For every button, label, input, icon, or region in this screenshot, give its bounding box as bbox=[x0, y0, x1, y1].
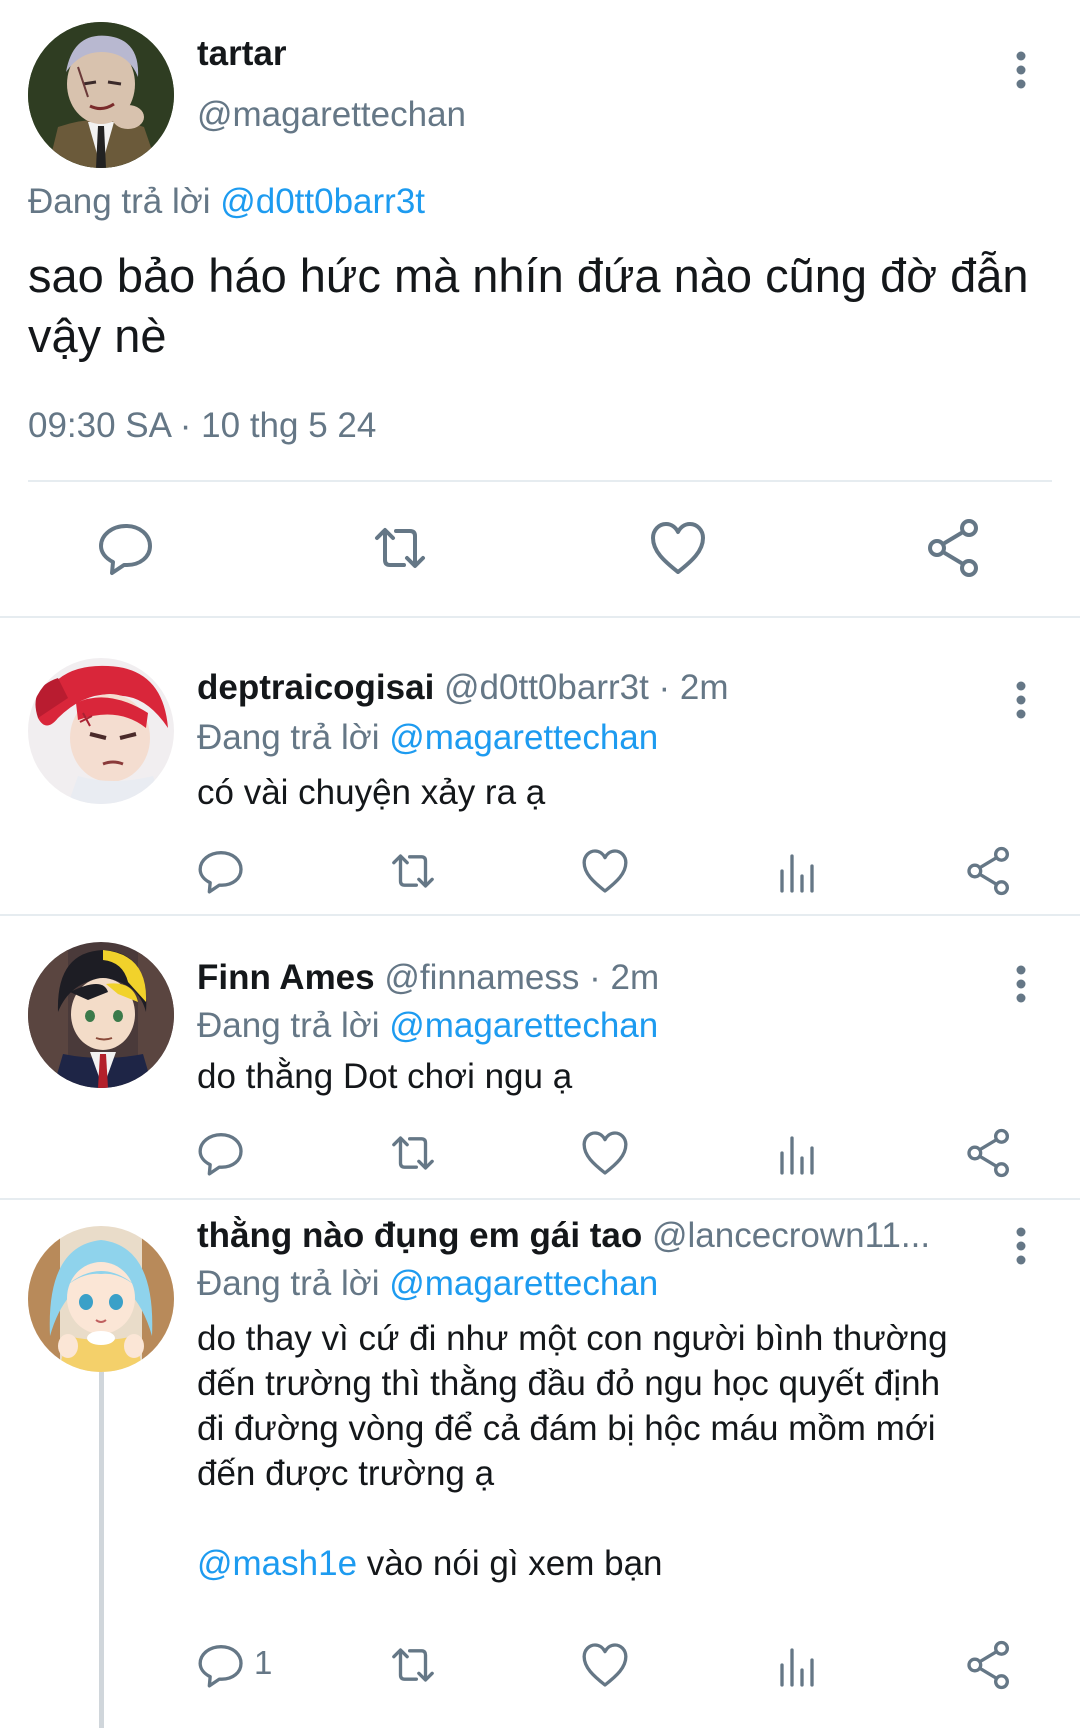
author-handle-time[interactable]: @finnamess · 2m bbox=[375, 958, 659, 997]
reply-icon[interactable] bbox=[196, 846, 246, 896]
share-icon[interactable] bbox=[964, 1640, 1014, 1690]
reply-text: do thằng Dot chơi ngu ạ bbox=[197, 1057, 573, 1096]
avatar[interactable] bbox=[28, 658, 174, 804]
more-options-icon[interactable] bbox=[1006, 960, 1036, 1010]
reply-count: 1 bbox=[254, 1644, 273, 1681]
reply-actions bbox=[0, 846, 1080, 896]
replying-mention-link[interactable]: @d0tt0barr3t bbox=[220, 182, 425, 221]
divider bbox=[28, 480, 1052, 482]
reply-text-line: đến trường thì thằng đầu đỏ ngu học quyế… bbox=[197, 1364, 941, 1403]
tweet-timestamp[interactable]: 09:30 SA · 10 thg 5 24 bbox=[28, 406, 376, 446]
main-tweet: tartar @magarettechan Đang trả lời @d0tt… bbox=[0, 0, 1080, 616]
retweet-icon[interactable] bbox=[388, 1640, 438, 1690]
retweet-icon[interactable] bbox=[370, 518, 430, 578]
share-icon[interactable] bbox=[924, 518, 984, 578]
share-icon[interactable] bbox=[964, 1128, 1014, 1178]
reply-icon[interactable] bbox=[196, 1640, 246, 1690]
avatar[interactable] bbox=[28, 22, 174, 168]
author-name[interactable]: Finn Ames bbox=[197, 958, 375, 997]
reply-tweet[interactable]: deptraicogisai @d0tt0barr3t · 2m Đang tr… bbox=[0, 618, 1080, 914]
author-name[interactable]: thằng nào đụng em gái tao bbox=[197, 1216, 642, 1255]
more-options-icon[interactable] bbox=[1006, 1222, 1036, 1272]
more-options-icon[interactable] bbox=[1006, 676, 1036, 726]
like-icon[interactable] bbox=[580, 1640, 630, 1690]
more-options-icon[interactable] bbox=[1006, 46, 1036, 96]
replying-prefix: Đang trả lời bbox=[197, 1006, 390, 1045]
replying-to: Đang trả lời @d0tt0barr3t bbox=[28, 182, 425, 222]
reply-icon[interactable] bbox=[196, 1128, 246, 1178]
avatar[interactable] bbox=[28, 942, 174, 1088]
author-handle-time[interactable]: @lancecrown11... bbox=[642, 1216, 930, 1255]
replying-prefix: Đang trả lời bbox=[28, 182, 221, 221]
reply-tweet[interactable]: Finn Ames @finnamess · 2m Đang trả lời @… bbox=[0, 916, 1080, 1198]
mention-rest: vào nói gì xem bạn bbox=[357, 1544, 663, 1583]
replying-mention-link[interactable]: @magarettechan bbox=[389, 1264, 658, 1303]
author-handle[interactable]: @magarettechan bbox=[197, 95, 466, 135]
reply-actions: 1 bbox=[0, 1640, 1080, 1690]
author-name[interactable]: tartar bbox=[197, 34, 286, 74]
replying-mention-link[interactable]: @magarettechan bbox=[389, 1006, 658, 1045]
stats-icon[interactable] bbox=[772, 846, 822, 896]
replying-prefix: Đang trả lời bbox=[197, 1264, 390, 1303]
tweet-text: sao bảo háo hức mà nhín đứa nào cũng đờ … bbox=[28, 249, 1029, 362]
reply-text: do thay vì cứ đi như một con người bình … bbox=[197, 1316, 1057, 1586]
tweet-actions bbox=[0, 518, 1080, 578]
retweet-icon[interactable] bbox=[388, 846, 438, 896]
stats-icon[interactable] bbox=[772, 1128, 822, 1178]
retweet-icon[interactable] bbox=[388, 1128, 438, 1178]
share-icon[interactable] bbox=[964, 846, 1014, 896]
reply-text-line: đi đường vòng để cả đám bị hộc máu mồm m… bbox=[197, 1409, 936, 1448]
reply-icon[interactable] bbox=[96, 518, 156, 578]
mention-link[interactable]: @mash1e bbox=[197, 1544, 357, 1583]
like-icon[interactable] bbox=[580, 1128, 630, 1178]
reply-text: có vài chuyện xảy ra ạ bbox=[197, 773, 546, 812]
reply-actions bbox=[0, 1128, 1080, 1178]
reply-text-line: @mash1e vào nói gì xem bạn bbox=[197, 1541, 1057, 1586]
replying-to: Đang trả lời @magarettechan bbox=[197, 718, 658, 758]
replying-to: Đang trả lời @magarettechan bbox=[197, 1006, 658, 1046]
stats-icon[interactable] bbox=[772, 1640, 822, 1690]
replying-prefix: Đang trả lời bbox=[197, 718, 390, 757]
reply-tweet[interactable]: thằng nào đụng em gái tao @lancecrown11.… bbox=[0, 1200, 1080, 1728]
replying-mention-link[interactable]: @magarettechan bbox=[389, 718, 658, 757]
avatar[interactable] bbox=[28, 1226, 174, 1372]
author-handle-time[interactable]: @d0tt0barr3t · 2m bbox=[434, 668, 729, 707]
reply-text-line: đến được trường ạ bbox=[197, 1454, 495, 1493]
reply-text-line: do thay vì cứ đi như một con người bình … bbox=[197, 1319, 948, 1358]
like-icon[interactable] bbox=[648, 518, 708, 578]
like-icon[interactable] bbox=[580, 846, 630, 896]
replying-to: Đang trả lời @magarettechan bbox=[197, 1264, 658, 1304]
author-name[interactable]: deptraicogisai bbox=[197, 668, 434, 707]
